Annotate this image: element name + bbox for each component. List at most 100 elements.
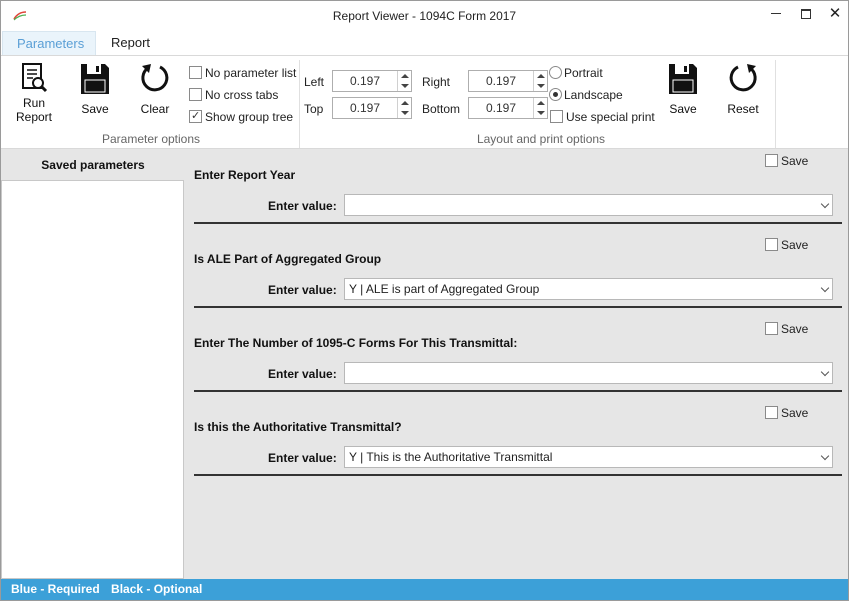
save-parameters-button[interactable]: Save: [75, 60, 115, 116]
title-bar: Report Viewer - 1094C Form 2017 ✕: [1, 1, 848, 31]
minimize-button[interactable]: [766, 5, 786, 23]
spinner-arrows[interactable]: [397, 71, 411, 91]
spin-down-icon[interactable]: [537, 84, 545, 88]
no-parameter-list-label: No parameter list: [205, 66, 297, 80]
save-label: Save: [781, 322, 809, 336]
no-cross-tabs-label: No cross tabs: [205, 88, 279, 102]
spin-up-icon[interactable]: [401, 74, 409, 78]
chevron-down-icon[interactable]: [820, 199, 830, 209]
parameter-value-dropdown[interactable]: Y | This is the Authoritative Transmitta…: [344, 446, 833, 468]
ribbon-separator: [775, 60, 776, 148]
landscape-radio[interactable]: Landscape: [549, 88, 623, 104]
spin-down-icon[interactable]: [401, 84, 409, 88]
divider: [194, 474, 842, 476]
no-parameter-list-checkbox[interactable]: No parameter list: [189, 66, 296, 82]
parameter-value-dropdown[interactable]: Y | ALE is part of Aggregated Group: [344, 278, 833, 300]
save-parameter-checkbox[interactable]: Save: [765, 322, 808, 338]
left-margin-value[interactable]: 0.197: [333, 71, 397, 91]
checkbox-box: [189, 88, 202, 101]
run-report-button[interactable]: Run Report: [13, 60, 55, 124]
spin-up-icon[interactable]: [537, 101, 545, 105]
checkbox-box: [765, 322, 778, 335]
reset-button[interactable]: Reset: [723, 60, 763, 116]
spin-up-icon[interactable]: [537, 74, 545, 78]
radio-dot-selected: [549, 88, 562, 101]
spin-down-icon[interactable]: [401, 111, 409, 115]
run-report-icon: [22, 63, 48, 93]
maximize-button[interactable]: [796, 5, 816, 23]
run-report-label-line1: Run: [22, 96, 45, 110]
save-layout-button[interactable]: Save: [663, 60, 703, 116]
save-parameter-checkbox[interactable]: Save: [765, 238, 808, 254]
right-margin-value[interactable]: 0.197: [469, 71, 533, 91]
spinner-arrows[interactable]: [533, 71, 547, 91]
spinner-arrows[interactable]: [397, 98, 411, 118]
clear-button[interactable]: Clear: [135, 60, 175, 116]
save-icon: [81, 64, 109, 94]
saved-parameters-list[interactable]: [1, 180, 184, 579]
parameter-value-dropdown[interactable]: [344, 194, 833, 216]
parameter-value-dropdown[interactable]: [344, 362, 833, 384]
spin-up-icon[interactable]: [401, 101, 409, 105]
spin-down-icon[interactable]: [537, 111, 545, 115]
parameter-report-year: Save Enter Report Year Enter value:: [194, 149, 842, 233]
chevron-down-icon[interactable]: [820, 283, 830, 293]
window-title: Report Viewer - 1094C Form 2017: [332, 9, 517, 23]
bottom-margin-value[interactable]: 0.197: [469, 98, 533, 118]
checkbox-box: [765, 154, 778, 167]
parameter-value: Y | This is the Authoritative Transmitta…: [349, 450, 553, 464]
left-margin-spinner[interactable]: 0.197: [332, 70, 412, 92]
parameter-title: Is this the Authoritative Transmittal?: [194, 420, 402, 434]
use-special-print-checkbox[interactable]: Use special print: [550, 110, 655, 126]
checkbox-box: [189, 66, 202, 79]
parameter-number-of-forms: Save Enter The Number of 1095-C Forms Fo…: [194, 317, 842, 401]
reset-icon: [729, 64, 757, 92]
portrait-label: Portrait: [564, 66, 603, 80]
tab-parameters[interactable]: Parameters: [2, 31, 96, 55]
enter-value-label: Enter value:: [268, 367, 337, 381]
divider: [194, 222, 842, 224]
use-special-print-label: Use special print: [566, 110, 655, 124]
divider: [194, 306, 842, 308]
right-margin-spinner[interactable]: 0.197: [468, 70, 548, 92]
save-parameter-checkbox[interactable]: Save: [765, 406, 808, 422]
legend-required: Blue - Required: [11, 582, 100, 596]
close-button[interactable]: ✕: [825, 5, 845, 23]
status-bar: Blue - Required Black - Optional: [1, 579, 848, 600]
clear-icon: [141, 64, 169, 92]
legend-optional: Black - Optional: [111, 582, 203, 596]
radio-dot: [549, 66, 562, 79]
top-margin-label: Top: [304, 102, 324, 116]
spinner-arrows[interactable]: [533, 98, 547, 118]
left-margin-label: Left: [304, 75, 325, 89]
save-parameters-label: Save: [81, 102, 109, 116]
parameter-title: Enter Report Year: [194, 168, 296, 182]
parameter-authoritative-transmittal: Save Is this the Authoritative Transmitt…: [194, 401, 842, 485]
enter-value-label: Enter value:: [268, 451, 337, 465]
checkbox-box: [550, 110, 563, 123]
bottom-margin-spinner[interactable]: 0.197: [468, 97, 548, 119]
landscape-label: Landscape: [564, 88, 623, 102]
reset-label: Reset: [727, 102, 759, 116]
tab-report[interactable]: Report: [97, 31, 164, 55]
checkbox-box-checked: [189, 109, 202, 123]
chevron-down-icon[interactable]: [820, 367, 830, 377]
top-margin-spinner[interactable]: 0.197: [332, 97, 412, 119]
checkbox-box: [765, 238, 778, 251]
no-cross-tabs-checkbox[interactable]: No cross tabs: [189, 88, 278, 104]
save-layout-label: Save: [669, 102, 697, 116]
portrait-radio[interactable]: Portrait: [549, 66, 603, 82]
top-margin-value[interactable]: 0.197: [333, 98, 397, 118]
save-icon: [669, 64, 697, 94]
save-parameter-checkbox[interactable]: Save: [765, 154, 808, 170]
chevron-down-icon[interactable]: [820, 451, 830, 461]
show-group-tree-checkbox[interactable]: Show group tree: [189, 109, 294, 126]
show-group-tree-label: Show group tree: [205, 110, 294, 124]
enter-value-label: Enter value:: [268, 199, 337, 213]
enter-value-label: Enter value:: [268, 283, 337, 297]
ribbon: Run Report Save Clear No parameter list: [1, 55, 848, 149]
parameter-title: Enter The Number of 1095-C Forms For Thi…: [194, 336, 518, 350]
bottom-margin-label: Bottom: [422, 102, 461, 116]
checkbox-box: [765, 406, 778, 419]
save-label: Save: [781, 154, 809, 168]
